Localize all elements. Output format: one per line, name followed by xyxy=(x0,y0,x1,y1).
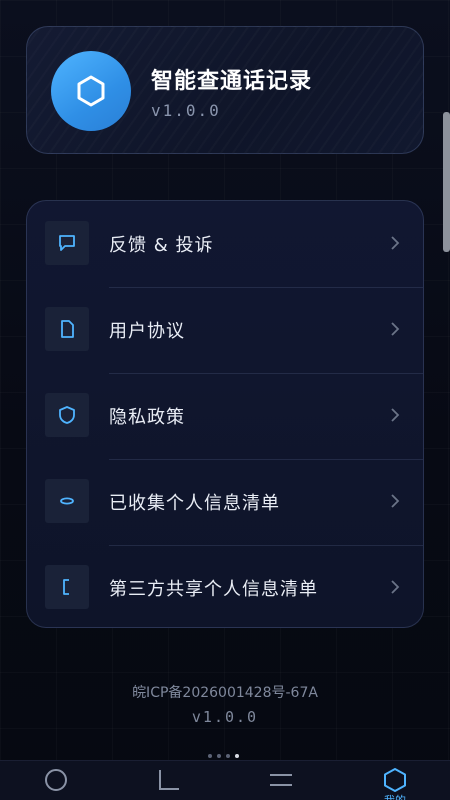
app-version: v1.0.0 xyxy=(151,101,221,120)
icp-record[interactable]: 皖ICP备2026001428号-67A xyxy=(0,682,450,702)
menu-icon-box xyxy=(45,565,89,609)
chevron-right-icon xyxy=(391,580,400,594)
chevron-right-icon xyxy=(391,322,400,336)
tab-label-mine: 我的 xyxy=(380,794,410,800)
menu-item-user-agreement[interactable]: 用户协议 xyxy=(27,287,423,373)
bracket-icon xyxy=(63,579,69,595)
chevron-right-icon xyxy=(391,236,400,250)
menu-item-privacy-policy[interactable]: 隐私政策 xyxy=(27,373,423,459)
menu-item-collected-info[interactable]: 已收集个人信息清单 xyxy=(27,459,423,545)
menu-item-third-party-sharing[interactable]: 第三方共享个人信息清单 xyxy=(27,545,423,627)
chevron-right-icon xyxy=(391,494,400,508)
page-dot xyxy=(226,754,230,758)
menu-icon-box xyxy=(45,393,89,437)
shield-icon xyxy=(59,406,75,424)
circle-icon[interactable] xyxy=(43,767,69,793)
settings-menu: 反馈 & 投诉 用户协议 隐私政策 已收集个人信息清单 第三方共享个人信息清单 xyxy=(26,200,424,628)
menu-item-label: 第三方共享个人信息清单 xyxy=(109,579,318,600)
hexagon-icon xyxy=(77,75,105,107)
app-title: 智能查通话记录 xyxy=(151,69,313,94)
menu-item-label: 隐私政策 xyxy=(109,407,185,428)
app-info-card: 智能查通话记录 v1.0.0 xyxy=(26,26,424,154)
menu-item-label: 已收集个人信息清单 xyxy=(109,493,280,514)
message-icon xyxy=(59,235,75,251)
oval-icon xyxy=(60,497,74,505)
chevron-right-icon xyxy=(391,408,400,422)
screen: 智能查通话记录 v1.0.0 反馈 & 投诉 用户协议 隐私政策 已收集个人信息… xyxy=(0,0,450,800)
document-icon xyxy=(61,320,74,338)
menu-item-feedback[interactable]: 反馈 & 投诉 xyxy=(27,201,423,287)
menu-item-label: 反馈 & 投诉 xyxy=(109,235,214,256)
lines-icon[interactable] xyxy=(268,767,294,793)
page-dot xyxy=(217,754,221,758)
menu-item-label: 用户协议 xyxy=(109,321,185,342)
menu-icon-box xyxy=(45,479,89,523)
scrollbar-thumb[interactable] xyxy=(443,112,450,252)
app-logo xyxy=(51,51,131,131)
hexagon-icon[interactable] xyxy=(382,767,408,793)
bottom-tab-bar: 我的 xyxy=(0,760,450,800)
page-dot-active xyxy=(235,754,239,758)
menu-icon-box xyxy=(45,221,89,265)
footer-version: v1.0.0 xyxy=(191,708,259,726)
menu-icon-box xyxy=(45,307,89,351)
page-dot xyxy=(208,754,212,758)
corner-icon[interactable] xyxy=(156,767,182,793)
page-indicator xyxy=(208,754,239,758)
